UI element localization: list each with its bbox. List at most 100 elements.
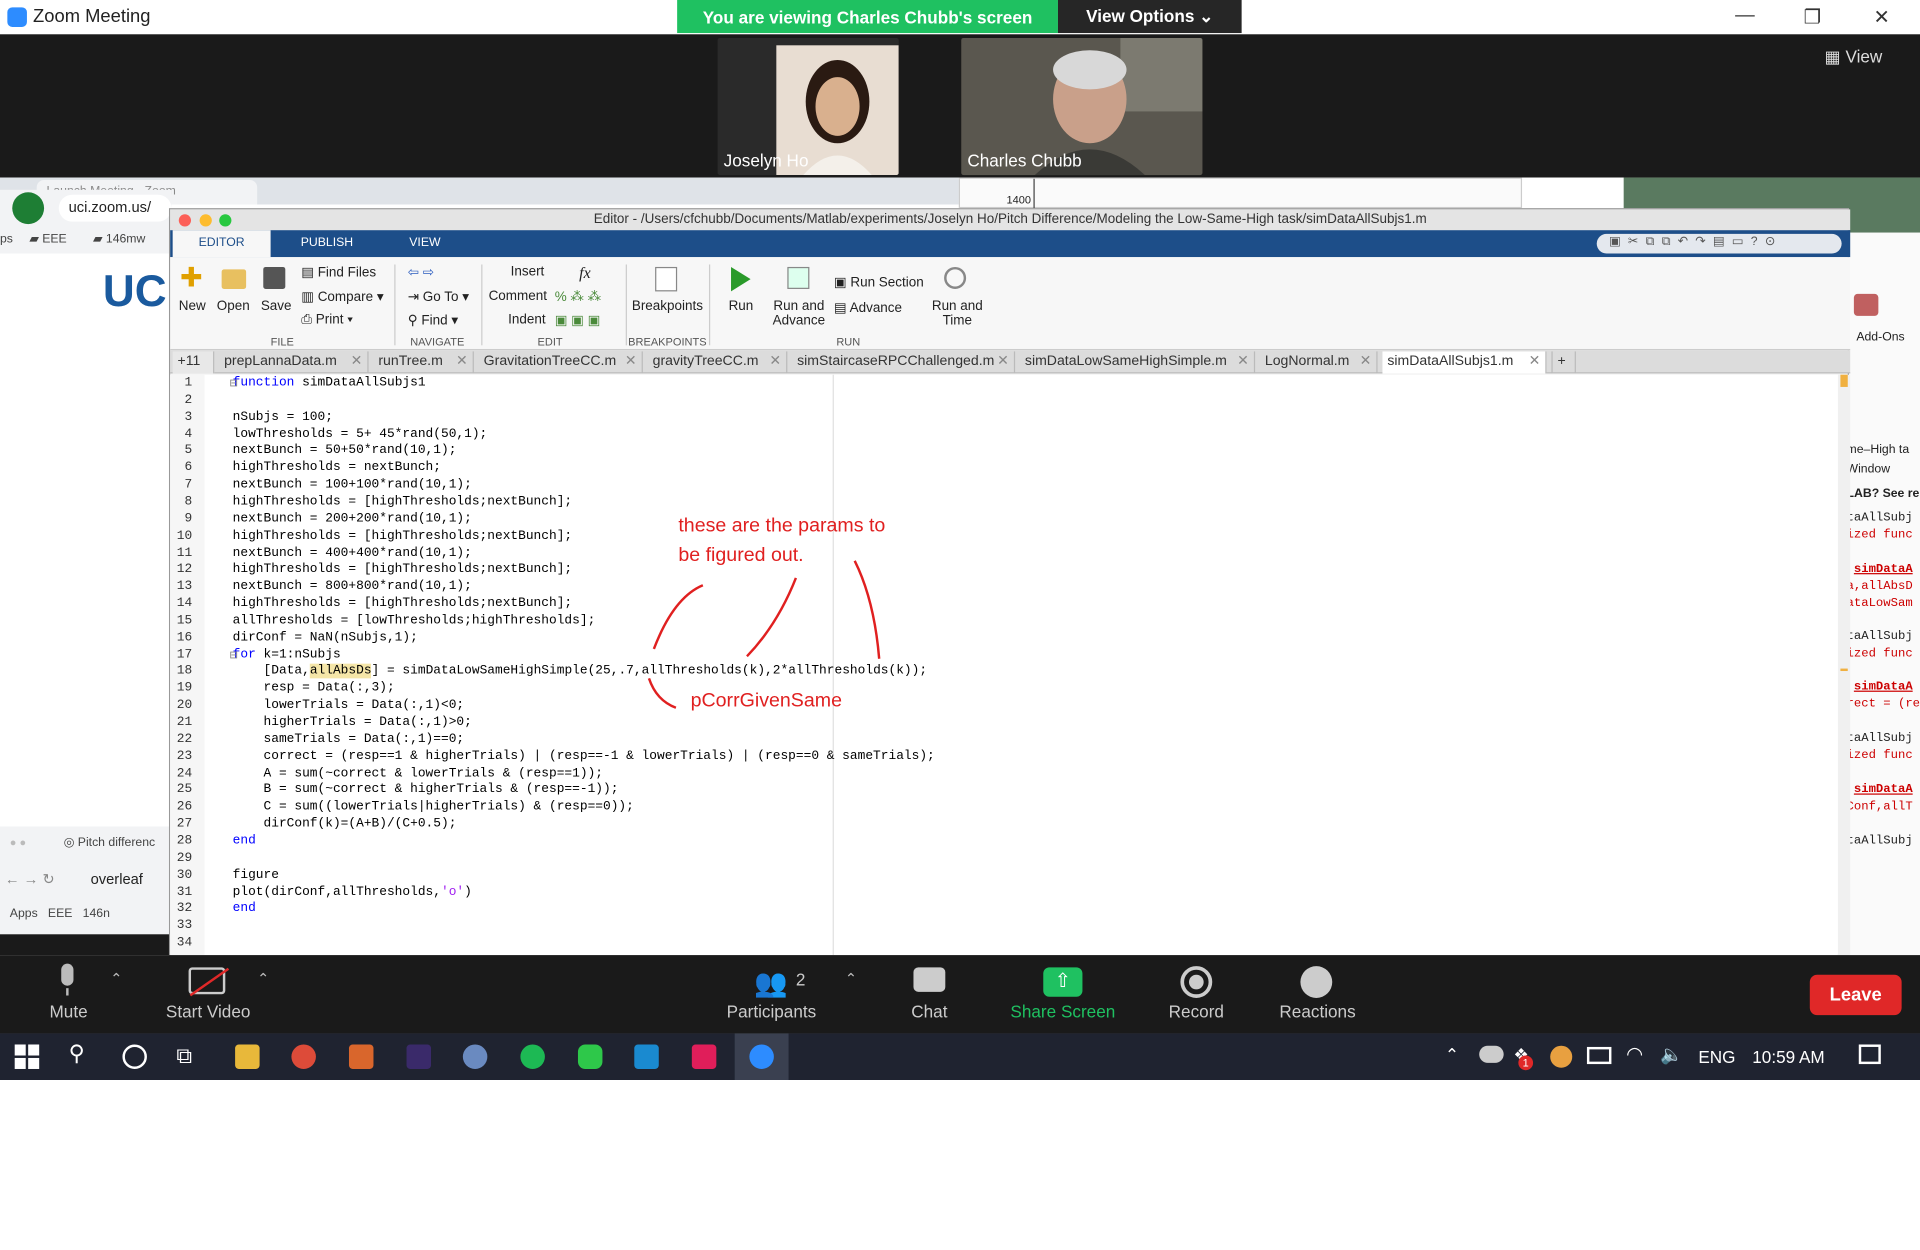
file-tab-active[interactable]: simDataAllSubjs1.m ✕ [1382,351,1547,374]
microphone-icon[interactable] [56,963,78,998]
reactions-icon[interactable] [1300,966,1333,998]
windows-start-icon[interactable] [14,1044,40,1069]
bookmark[interactable]: 146n [83,907,110,920]
code-line[interactable]: dirConf = NaN(nSubjs,1); [233,630,418,645]
run-button[interactable]: Run [729,299,754,314]
slack-icon[interactable] [691,1044,717,1069]
minimize-traffic-icon[interactable] [199,214,212,227]
record-button[interactable]: Record [1163,1002,1229,1022]
fold-icon[interactable]: ⊟ [220,376,238,392]
new-button[interactable]: New [179,299,206,314]
code-line[interactable]: nextBunch = 50+50*rand(10,1); [233,444,457,459]
open-button[interactable]: Open [217,299,250,314]
zoom-traffic-icon[interactable] [219,214,232,227]
go-to-button[interactable]: ⇥ Go To ▾ [408,289,469,305]
view-options-button[interactable]: View Options ⌄ [1057,0,1242,34]
chevron-up-icon[interactable]: ⌃ [110,970,122,987]
chevron-up-icon[interactable]: ⌃ [845,970,857,987]
bookmark[interactable]: ▰ EEE [29,233,66,246]
code-line[interactable]: nextBunch = 800+800*rand(10,1); [233,579,472,594]
file-tab[interactable]: GravitationTreeCC.m ✕ [479,351,643,374]
run-time-icon[interactable] [944,266,967,289]
bookmark[interactable]: ps [0,233,13,246]
indent-button[interactable]: Indent [508,312,545,327]
file-tab[interactable]: LogNormal.m ✕ [1260,351,1378,374]
code-line[interactable]: A = sum(~correct & lowerTrials & (resp==… [233,766,603,781]
run-advance-button[interactable]: Run and Advance [773,299,825,328]
file-tab[interactable]: runTree.m ✕ [373,351,474,374]
code-scrollbar[interactable] [1837,374,1851,956]
tab-editor[interactable]: EDITOR [172,230,271,258]
code-line[interactable]: nSubjs = 100; [233,410,333,425]
code-line[interactable]: C = sum((lowerTrials|higherTrials) & (re… [233,800,634,815]
share-screen-icon[interactable]: ⇧ [1043,967,1083,997]
leave-button[interactable]: Leave [1809,974,1902,1016]
comment-icons[interactable]: % ⁂ ⁂ [555,289,601,305]
matlab-icon[interactable] [348,1044,374,1069]
code-line[interactable]: nextBunch = 100+100*rand(10,1); [233,478,472,493]
fold-icon[interactable]: ⊟ [220,647,238,663]
onedrive-icon[interactable] [1479,1045,1504,1063]
print-button[interactable]: ⎙ Print ▾ [301,312,353,328]
code-line[interactable]: figure [233,868,279,883]
search-icon[interactable]: ⚲ [69,1041,85,1067]
app-tray-icon[interactable] [1550,1045,1573,1068]
tray-chevron-icon[interactable]: ⌃ [1445,1044,1459,1065]
bookmark[interactable]: Apps [10,907,38,920]
code-line[interactable]: highThresholds = [highThresholds;nextBun… [233,529,572,544]
overleaf-address[interactable]: overleaf [91,871,143,888]
comment-button[interactable]: Comment [489,289,547,304]
close-tab-icon[interactable]: ✕ [997,351,1009,372]
code-line[interactable]: for k=1:nSubjs [233,647,341,662]
breakpoints-icon[interactable] [655,266,678,292]
todo-app-icon[interactable] [634,1044,659,1069]
participants-button[interactable]: Participants [713,1002,831,1022]
line-icon[interactable] [577,1044,603,1069]
breakpoints-button[interactable]: Breakpoints [632,299,703,314]
close-tab-icon[interactable]: ✕ [1529,351,1541,372]
zoom-app-icon[interactable] [749,1044,774,1069]
code-line[interactable]: highThresholds = nextBunch; [233,461,441,476]
bookmark[interactable]: EEE [48,907,73,920]
open-folder-icon[interactable] [221,269,247,289]
bookmark[interactable]: ▰ 146mw [93,233,145,246]
close-tab-icon[interactable]: ✕ [1360,351,1372,372]
advance-button[interactable]: ▤ Advance [834,300,902,316]
add-ons-icon[interactable] [1853,293,1879,316]
restore-icon[interactable]: ❐ [1804,5,1822,29]
wifi-icon[interactable]: ◠ [1626,1042,1643,1066]
code-line[interactable]: sameTrials = Data(:,1)==0; [233,732,465,747]
participants-icon[interactable]: 👥 [754,967,788,999]
action-center-icon[interactable] [1858,1044,1881,1065]
compare-button[interactable]: ▥ Compare ▾ [301,289,383,305]
minimize-icon[interactable]: — [1735,5,1755,27]
spotify-icon[interactable] [520,1044,545,1069]
indent-icons[interactable]: ▣ ▣ ▣ [555,312,601,328]
tab-view[interactable]: VIEW [381,230,469,257]
close-icon[interactable]: ✕ [1873,5,1889,29]
add-ons-label[interactable]: Add-Ons [1856,331,1904,344]
find-button[interactable]: ⚲ Find ▾ [408,312,458,328]
close-traffic-icon[interactable] [178,214,192,227]
code-area[interactable]: 1 2 3 4 5 6 7 8 9 10 11 12 13 14 15 16 17 18 19 20 21 22 23 24 2… [170,374,1838,956]
chat-button[interactable]: Chat [901,1002,957,1022]
code-line[interactable]: highThresholds = [highThresholds;nextBun… [233,596,572,611]
address-bar[interactable]: uci.zoom.us/ [58,194,172,222]
file-explorer-icon[interactable] [235,1044,260,1069]
quick-access-toolbar[interactable]: ▣✂⧉⧉↶↷▤▭?⊙ [1596,233,1842,254]
participant-video-charles[interactable]: Charles Chubb [961,37,1203,176]
nav-arrows-icon[interactable]: ← → ↻ [5,871,55,888]
run-advance-icon[interactable] [787,266,810,289]
close-tab-icon[interactable]: ✕ [456,351,468,372]
chevron-up-icon[interactable]: ⌃ [257,970,269,987]
reactions-button[interactable]: Reactions [1271,1002,1364,1022]
tab-publish[interactable]: PUBLISH [280,230,373,257]
insert-button[interactable]: Insert [511,264,545,279]
code-line[interactable]: highThresholds = [highThresholds;nextBun… [233,495,572,510]
code-line[interactable]: resp = Data(:,3); [233,681,395,696]
run-section-button[interactable]: ▣ Run Section [834,274,924,291]
fx-button[interactable]: fx [579,263,590,283]
app-icon[interactable] [406,1044,432,1069]
close-tab-icon[interactable]: ✕ [1237,351,1249,372]
file-tab[interactable]: gravityTreeCC.m ✕ [648,351,788,374]
